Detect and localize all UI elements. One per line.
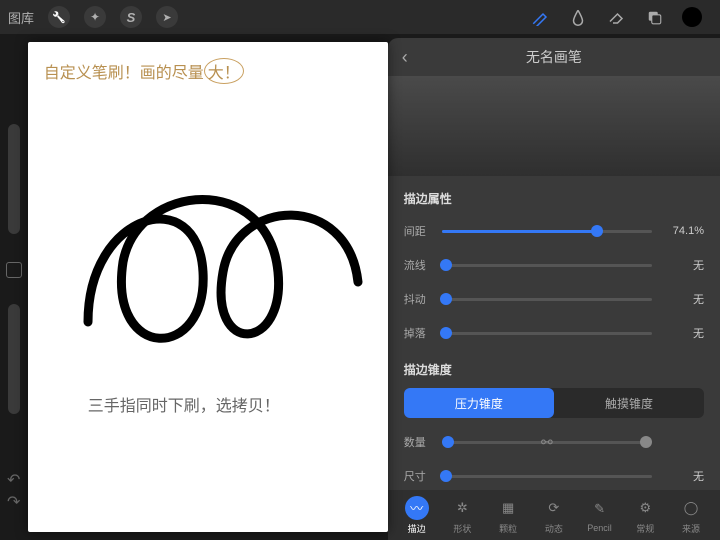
brush-opacity-slider[interactable] bbox=[8, 304, 20, 414]
brush-icon[interactable] bbox=[530, 7, 550, 27]
panel-title: 无名画笔 bbox=[526, 47, 582, 67]
row-size: 尺寸 无 bbox=[404, 462, 704, 490]
slider-spacing[interactable] bbox=[442, 230, 652, 233]
transform-icon[interactable] bbox=[156, 6, 178, 28]
section-stroke-props: 描边属性 bbox=[404, 190, 704, 207]
eraser-icon[interactable] bbox=[606, 7, 626, 27]
brush-stroke-sample bbox=[68, 122, 368, 352]
tab-颗粒[interactable]: ▦颗粒 bbox=[488, 496, 528, 535]
row-streamline: 流线 无 bbox=[404, 251, 704, 279]
back-button[interactable]: ‹ bbox=[402, 47, 408, 68]
modify-button[interactable] bbox=[6, 262, 22, 278]
layers-icon[interactable] bbox=[644, 7, 664, 27]
section-taper: 描边锥度 bbox=[404, 361, 704, 378]
toolbar-left: 图库 bbox=[8, 6, 178, 28]
row-spacing: 间距 74.1% bbox=[404, 217, 704, 245]
brush-tab-bar: 〰描边✲形状▦颗粒⟳动态✎Pencil⚙常规◯来源 bbox=[388, 490, 720, 540]
slider-jitter[interactable] bbox=[442, 298, 652, 301]
row-amount: 数量 ⚯ bbox=[404, 428, 704, 456]
selection-icon[interactable] bbox=[120, 6, 142, 28]
handwritten-note-top: 自定义笔刷！画的尽量大！ bbox=[44, 58, 244, 84]
adjust-icon[interactable] bbox=[84, 6, 106, 28]
gallery-button[interactable]: 图库 bbox=[8, 8, 34, 27]
color-picker[interactable] bbox=[682, 7, 702, 27]
drawing-canvas[interactable]: 自定义笔刷！画的尽量大！ 三手指同时下刷，选拷贝！ bbox=[28, 42, 388, 532]
slider-amount[interactable]: ⚯ bbox=[442, 441, 652, 444]
canvas-area: 自定义笔刷！画的尽量大！ 三手指同时下刷，选拷贝！ bbox=[28, 34, 388, 540]
smudge-icon[interactable] bbox=[568, 7, 588, 27]
brush-preview bbox=[388, 76, 720, 176]
undo-icon[interactable]: ↶ bbox=[7, 470, 20, 490]
brush-size-slider[interactable] bbox=[8, 124, 20, 234]
link-icon[interactable]: ⚯ bbox=[541, 434, 553, 451]
taper-segmented: 压力锥度 触摸锥度 bbox=[404, 388, 704, 418]
top-toolbar: 图库 bbox=[0, 0, 720, 34]
slider-streamline[interactable] bbox=[442, 264, 652, 267]
seg-touch[interactable]: 触摸锥度 bbox=[554, 388, 704, 418]
left-rail: ↶ ↷ bbox=[0, 34, 28, 540]
brush-settings-panel: ‹ 无名画笔 描边属性 间距 74.1% 流线 无 抖动 bbox=[388, 38, 720, 540]
tab-形状[interactable]: ✲形状 bbox=[442, 496, 482, 535]
tab-常规[interactable]: ⚙常规 bbox=[625, 496, 665, 535]
tab-Pencil[interactable]: ✎Pencil bbox=[580, 497, 620, 533]
redo-icon[interactable]: ↷ bbox=[7, 492, 20, 512]
slider-falloff[interactable] bbox=[442, 332, 652, 335]
row-jitter: 抖动 无 bbox=[404, 285, 704, 313]
handwritten-note-bottom: 三手指同时下刷，选拷贝！ bbox=[88, 392, 280, 416]
wrench-icon[interactable] bbox=[48, 6, 70, 28]
tab-来源[interactable]: ◯来源 bbox=[671, 496, 711, 535]
slider-size[interactable] bbox=[442, 475, 652, 478]
toolbar-right bbox=[530, 7, 712, 27]
tab-描边[interactable]: 〰描边 bbox=[397, 496, 437, 535]
panel-header: ‹ 无名画笔 bbox=[388, 38, 720, 76]
seg-pressure[interactable]: 压力锥度 bbox=[404, 388, 554, 418]
row-falloff: 掉落 无 bbox=[404, 319, 704, 347]
tab-动态[interactable]: ⟳动态 bbox=[534, 496, 574, 535]
